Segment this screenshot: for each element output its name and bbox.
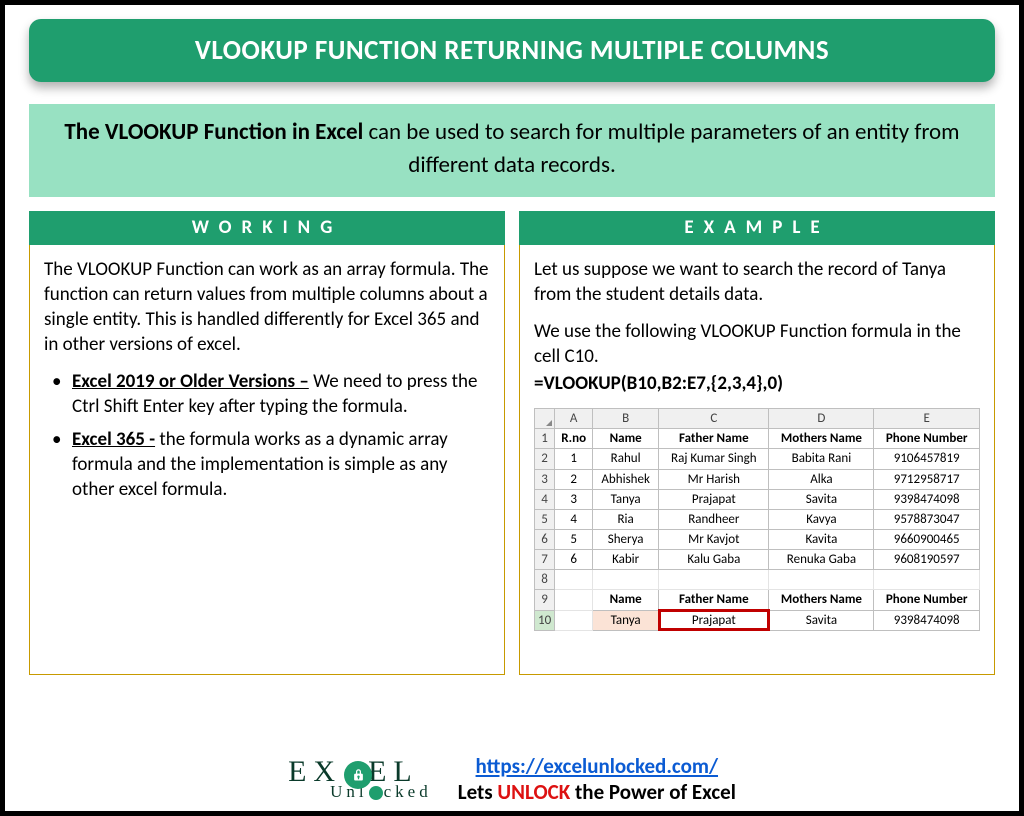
intro-banner: The VLOOKUP Function in Excel can be use… xyxy=(29,104,995,197)
footer: EXEL Unlcked https://excelunlocked.com/ … xyxy=(5,753,1019,805)
page-title: VLOOKUP FUNCTION RETURNING MULTIPLE COLU… xyxy=(29,19,995,82)
content-columns: WORKING The VLOOKUP Function can work as… xyxy=(29,211,995,675)
footer-link[interactable]: https://excelunlocked.com/ xyxy=(476,753,718,779)
table-row: 54RiaRandheerKavya9578873047 xyxy=(535,509,980,529)
working-column: WORKING The VLOOKUP Function can work as… xyxy=(29,211,505,675)
select-all-corner xyxy=(535,409,555,429)
blank-row: 8 xyxy=(535,570,980,590)
intro-strong: The VLOOKUP Function in Excel xyxy=(64,118,363,146)
working-header: WORKING xyxy=(29,211,505,245)
result-row: 10 Tanya Prajapat Savita 9398474098 xyxy=(535,610,980,630)
result-phone: 9398474098 xyxy=(874,610,980,630)
example-formula: =VLOOKUP(B10,B2:E7,{2,3,4},0) xyxy=(534,371,980,396)
bullet-label-2019: Excel 2019 or Older Versions – xyxy=(72,370,309,393)
table-row: 43TanyaPrajapatSavita9398474098 xyxy=(535,489,980,509)
result-name: Tanya xyxy=(593,610,659,630)
colh-B: B xyxy=(593,409,659,429)
header-row: 1 R.no Name Father Name Mothers Name Pho… xyxy=(535,429,980,449)
tag-unlock: UNLOCK xyxy=(497,779,570,805)
example-p2: We use the following VLOOKUP Function fo… xyxy=(534,319,980,369)
result-father-selected: Prajapat xyxy=(659,610,769,630)
table-row: 32AbhishekMr HarishAlka9712958717 xyxy=(535,469,980,489)
infographic-frame: VLOOKUP FUNCTION RETURNING MULTIPLE COLU… xyxy=(0,0,1024,816)
colh-D: D xyxy=(769,409,874,429)
footer-text: https://excelunlocked.com/ Lets UNLOCK t… xyxy=(458,753,736,805)
example-column: EXAMPLE Let us suppose we want to search… xyxy=(519,211,995,675)
footer-tagline: Lets UNLOCK the Power of Excel xyxy=(458,779,736,805)
colh-A: A xyxy=(555,409,593,429)
spreadsheet: A B C D E 1 R.no Name Father Name Mother… xyxy=(534,408,980,631)
spreadsheet-table: A B C D E 1 R.no Name Father Name Mother… xyxy=(534,408,980,631)
hdr-mother: Mothers Name xyxy=(769,429,874,449)
example-header: EXAMPLE xyxy=(519,211,995,245)
intro-rest: can be used to search for multiple param… xyxy=(363,118,959,179)
rowh-1: 1 xyxy=(535,429,555,449)
table-row: 76KabirKalu GabaRenuka Gaba9608190597 xyxy=(535,550,980,570)
bullet-label-365: Excel 365 - xyxy=(72,428,155,451)
working-bullets: Excel 2019 or Older Versions – We need t… xyxy=(44,369,490,502)
table-row: 21RahulRaj Kumar SinghBabita Rani9106457… xyxy=(535,449,980,469)
example-body: Let us suppose we want to search the rec… xyxy=(519,245,995,675)
example-p1: Let us suppose we want to search the rec… xyxy=(534,257,980,307)
colh-C: C xyxy=(659,409,769,429)
logo-bottom: Unlcked xyxy=(330,784,432,800)
brand-logo: EXEL Unlcked xyxy=(288,758,432,801)
result-header-row: 9 Name Father Name Mothers Name Phone Nu… xyxy=(535,590,980,610)
working-paragraph: The VLOOKUP Function can work as an arra… xyxy=(44,257,490,357)
hdr-phone: Phone Number xyxy=(874,429,980,449)
hdr-father: Father Name xyxy=(659,429,769,449)
hdr-name: Name xyxy=(593,429,659,449)
result-mother: Savita xyxy=(769,610,874,630)
bullet-excel-2019: Excel 2019 or Older Versions – We need t… xyxy=(50,369,490,419)
working-body: The VLOOKUP Function can work as an arra… xyxy=(29,245,505,675)
hdr-rno: R.no xyxy=(555,429,593,449)
colh-E: E xyxy=(874,409,980,429)
table-row: 65SheryaMr KavjotKavita9660900465 xyxy=(535,530,980,550)
bullet-excel-365: Excel 365 - the formula works as a dynam… xyxy=(50,427,490,502)
col-header-row: A B C D E xyxy=(535,409,980,429)
